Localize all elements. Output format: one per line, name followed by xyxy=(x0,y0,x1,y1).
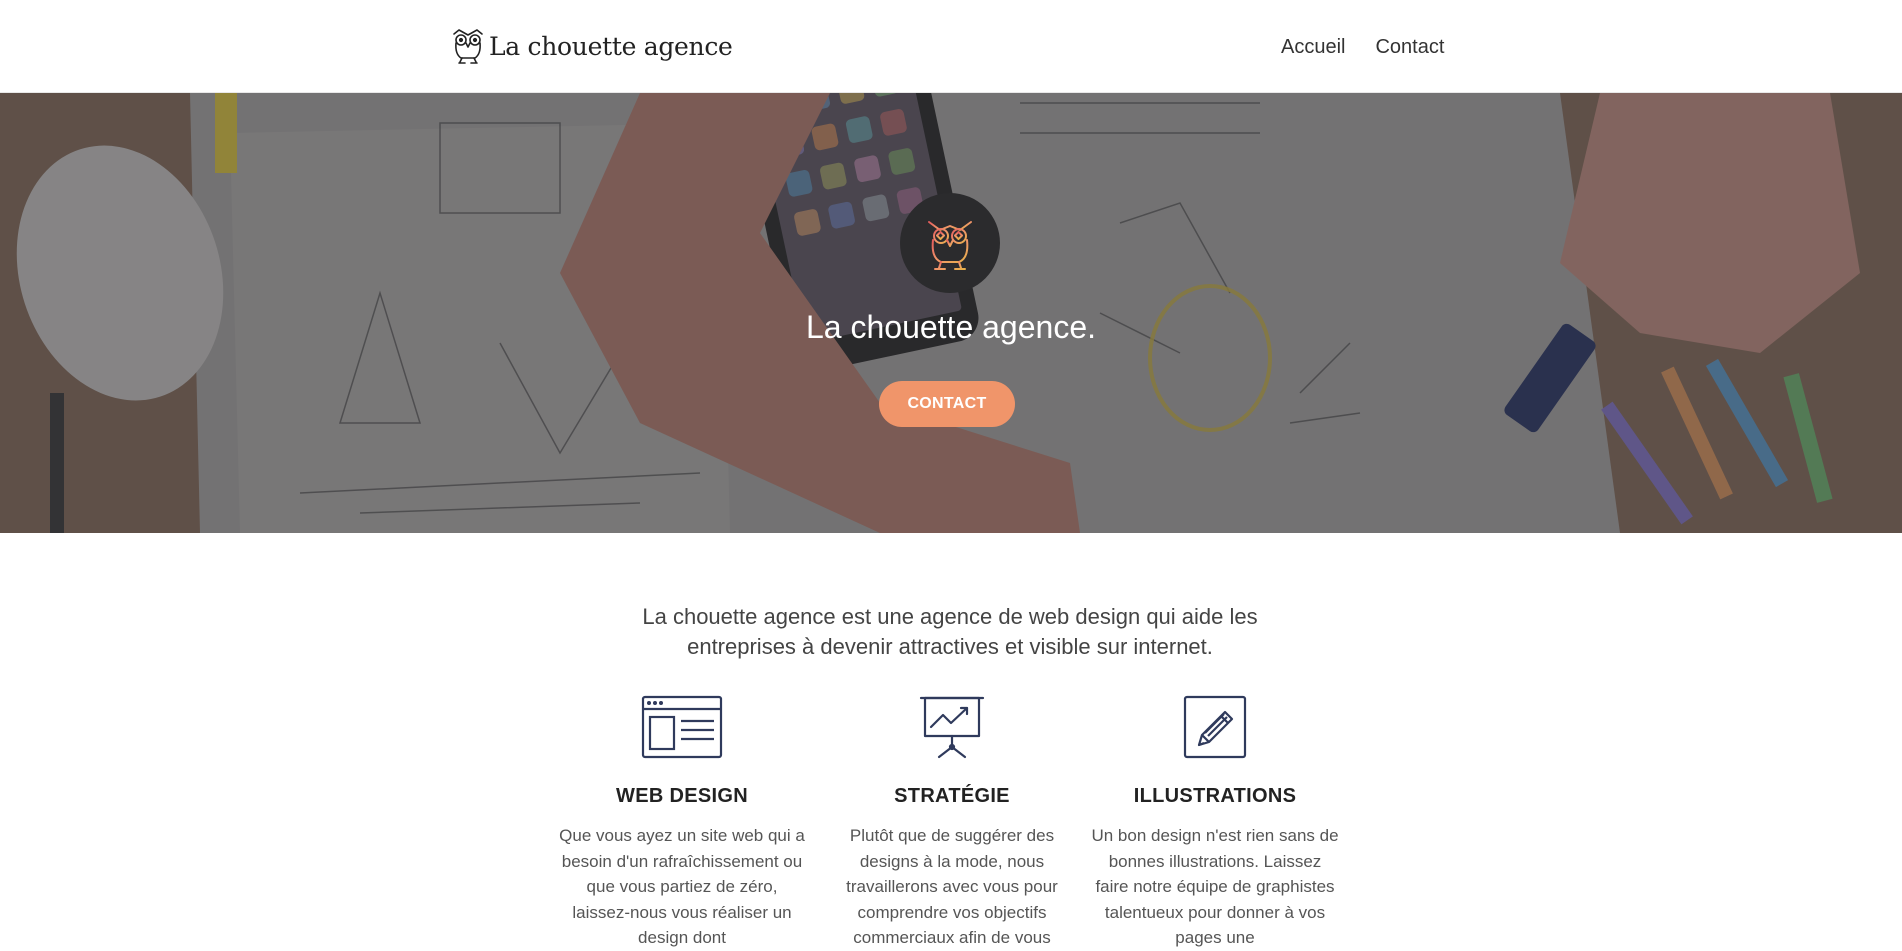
intro-text: La chouette agence est une agence de web… xyxy=(642,604,1258,659)
site-header: La chouette agence Accueil Contact xyxy=(0,0,1902,93)
contact-button[interactable]: CONTACT xyxy=(879,381,1015,427)
presentation-chart-icon xyxy=(919,696,985,759)
brand-logo-link[interactable]: La chouette agence xyxy=(450,26,733,66)
owl-logo-icon xyxy=(453,29,483,64)
hero-logo-badge xyxy=(900,193,1000,293)
nav-link-contact[interactable]: Contact xyxy=(1375,36,1444,59)
feature-title: STRATÉGIE xyxy=(894,785,1010,807)
feature-web-design: WEB DESIGN Que vous ayez un site web qui… xyxy=(557,695,807,951)
feature-description: Que vous ayez un site web qui a besoin d… xyxy=(559,826,805,947)
feature-description: Plutôt que de suggérer des designs à la … xyxy=(846,826,1058,947)
owl-logo-icon xyxy=(928,221,972,270)
nav-link-accueil[interactable]: Accueil xyxy=(1281,36,1345,59)
brand-name: La chouette agence xyxy=(489,31,733,61)
web-layout-icon xyxy=(641,695,723,759)
feature-title: ILLUSTRATIONS xyxy=(1133,785,1297,807)
feature-illustrations: ILLUSTRATIONS Un bon design n'est rien s… xyxy=(1090,695,1340,951)
feature-description: Un bon design n'est rien sans de bonnes … xyxy=(1091,826,1339,947)
main-nav: Accueil Contact xyxy=(1281,36,1444,59)
hero-title: La chouette agence. xyxy=(805,309,1096,345)
feature-strategie: STRATÉGIE Plutôt que de suggérer des des… xyxy=(827,695,1077,951)
hero-banner: La chouette agence. CONTACT xyxy=(0,93,1902,533)
pencil-icon xyxy=(1183,695,1247,759)
feature-title: WEB DESIGN xyxy=(616,785,748,807)
